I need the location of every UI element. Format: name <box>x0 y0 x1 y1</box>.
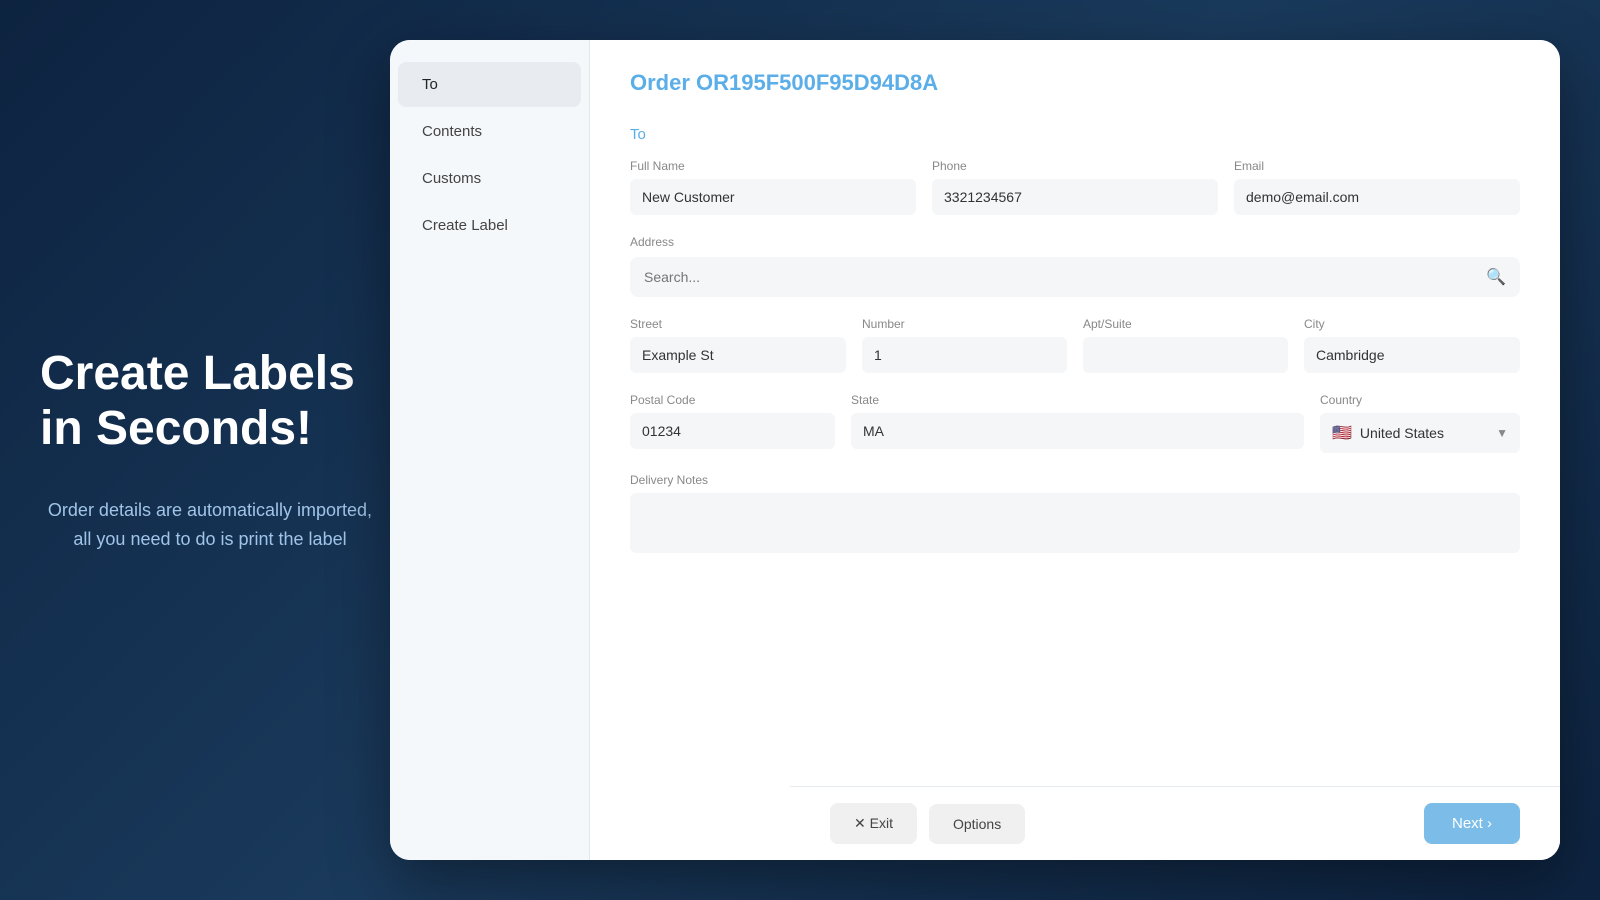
row-name-phone-email: Full Name Phone Email <box>630 159 1520 215</box>
headline: Create Labels in Seconds! <box>40 346 380 456</box>
country-select-wrapper[interactable]: 🇺🇸 United States ▼ <box>1320 413 1520 453</box>
country-flag: 🇺🇸 <box>1332 423 1352 443</box>
number-input[interactable] <box>862 337 1067 373</box>
subtext: Order details are automatically imported… <box>40 496 380 554</box>
phone-label: Phone <box>932 159 1218 173</box>
group-country: Country 🇺🇸 United States ▼ <box>1320 393 1520 453</box>
group-apt-suite: Apt/Suite <box>1083 317 1288 373</box>
group-number: Number <box>862 317 1067 373</box>
city-label: City <box>1304 317 1520 331</box>
sidebar: To Contents Customs Create Label <box>390 40 590 860</box>
email-label: Email <box>1234 159 1520 173</box>
email-input[interactable] <box>1234 179 1520 215</box>
full-name-input[interactable] <box>630 179 916 215</box>
address-search-input[interactable] <box>644 269 1486 285</box>
postal-code-label: Postal Code <box>630 393 835 407</box>
modal-container: To Contents Customs Create Label Order O… <box>390 40 1560 860</box>
street-label: Street <box>630 317 846 331</box>
chevron-down-icon: ▼ <box>1496 426 1508 440</box>
row-postal-state-country: Postal Code State Country 🇺🇸 United Stat… <box>630 393 1520 453</box>
group-state: State <box>851 393 1304 453</box>
postal-code-input[interactable] <box>630 413 835 449</box>
sidebar-item-contents[interactable]: Contents <box>398 109 581 154</box>
state-label: State <box>851 393 1304 407</box>
sidebar-item-customs[interactable]: Customs <box>398 156 581 201</box>
section-to-label: To <box>630 126 1520 143</box>
group-full-name: Full Name <box>630 159 916 215</box>
apt-suite-input[interactable] <box>1083 337 1288 373</box>
phone-input[interactable] <box>932 179 1218 215</box>
full-name-label: Full Name <box>630 159 916 173</box>
apt-suite-label: Apt/Suite <box>1083 317 1288 331</box>
country-label: Country <box>1320 393 1520 407</box>
number-label: Number <box>862 317 1067 331</box>
delivery-notes-label: Delivery Notes <box>630 473 1520 487</box>
next-button[interactable]: Next › <box>1424 803 1520 844</box>
options-button[interactable]: Options <box>929 804 1025 844</box>
group-postal-code: Postal Code <box>630 393 835 453</box>
city-input[interactable] <box>1304 337 1520 373</box>
group-street: Street <box>630 317 846 373</box>
country-select[interactable]: United States <box>1360 425 1488 441</box>
state-input[interactable] <box>851 413 1304 449</box>
address-search-container: 🔍 <box>630 257 1520 297</box>
exit-button[interactable]: ✕ Exit <box>830 803 917 844</box>
street-input[interactable] <box>630 337 846 373</box>
group-phone: Phone <box>932 159 1218 215</box>
group-email: Email <box>1234 159 1520 215</box>
main-content: Order OR195F500F95D94D8A To Full Name Ph… <box>590 40 1560 860</box>
row-street-number-apt-city: Street Number Apt/Suite City <box>630 317 1520 373</box>
footer-bar: ✕ Exit Options Next › <box>790 786 1560 860</box>
group-delivery-notes: Delivery Notes <box>630 473 1520 553</box>
main-content-wrapper: Order OR195F500F95D94D8A To Full Name Ph… <box>590 40 1560 860</box>
delivery-notes-input[interactable] <box>630 493 1520 553</box>
group-city: City <box>1304 317 1520 373</box>
address-label: Address <box>630 235 1520 249</box>
left-panel: Create Labels in Seconds! Order details … <box>40 346 380 554</box>
order-title: Order OR195F500F95D94D8A <box>630 70 1520 96</box>
sidebar-item-create-label[interactable]: Create Label <box>398 203 581 248</box>
sidebar-item-to[interactable]: To <box>398 62 581 107</box>
search-icon: 🔍 <box>1486 267 1506 287</box>
